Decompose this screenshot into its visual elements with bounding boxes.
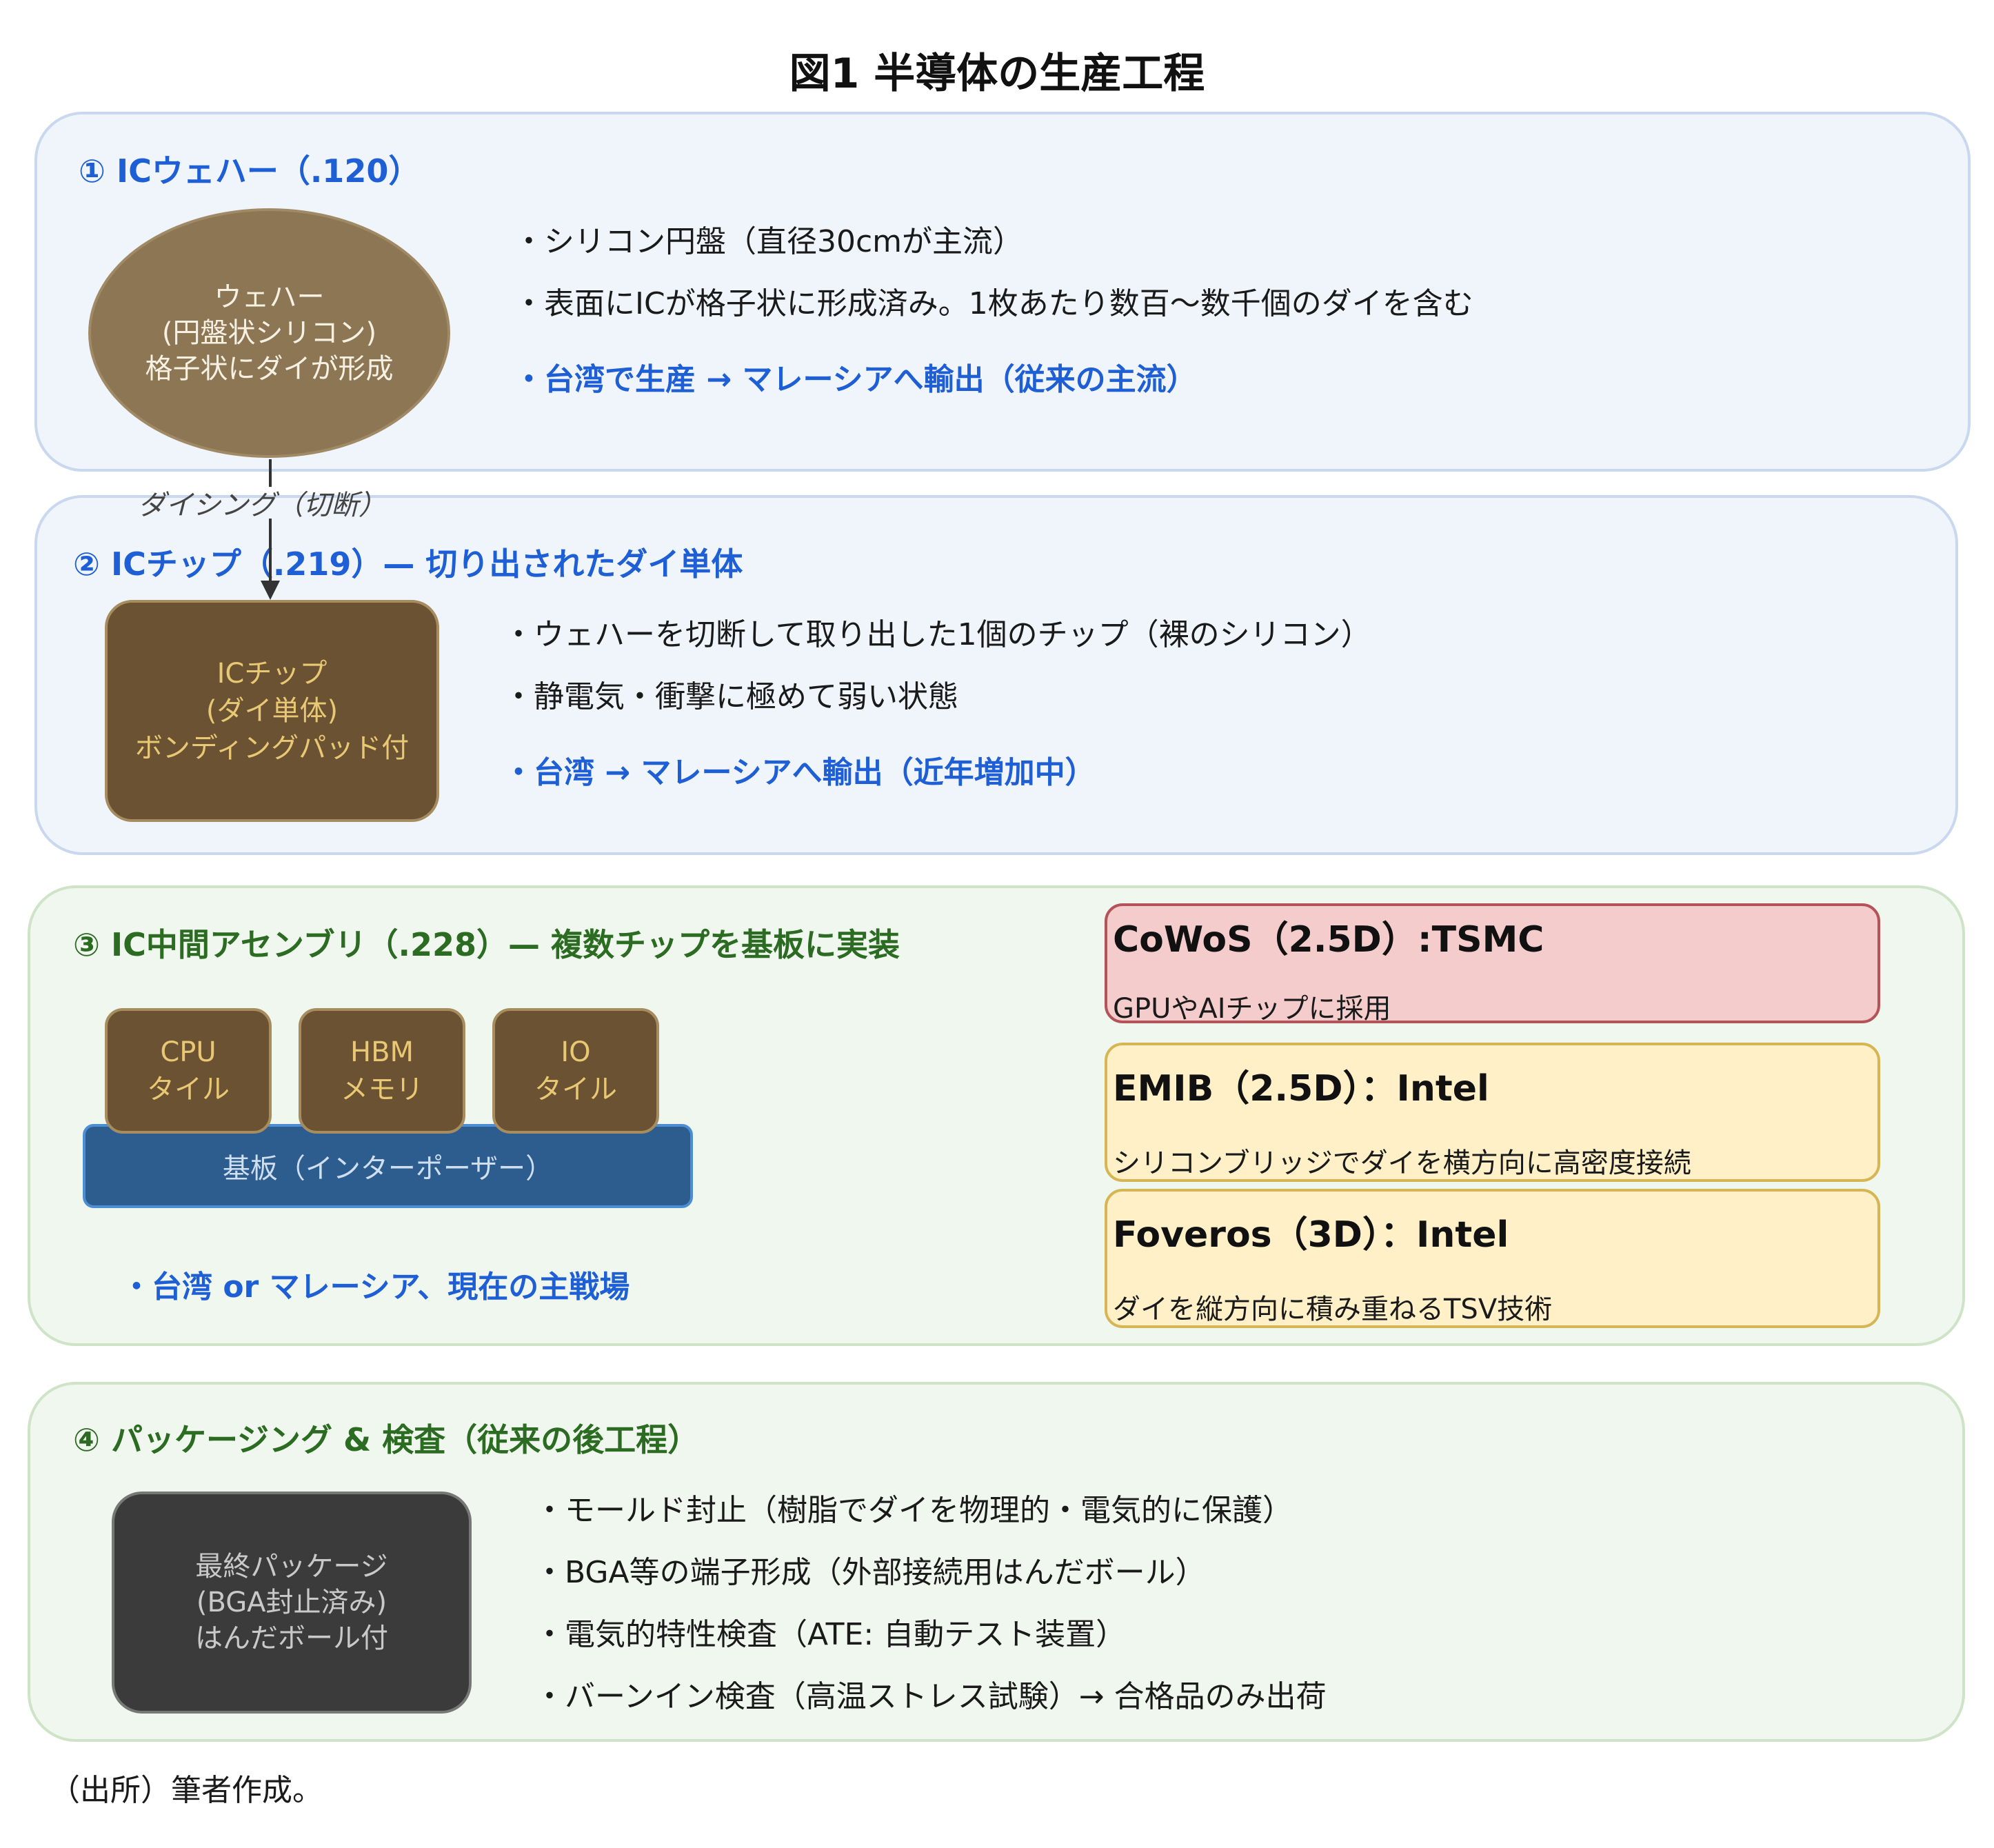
io-tile: IO タイル xyxy=(492,1008,659,1134)
stage3-heading: ③ IC中間アセンブリ（.228）— 複数チップを基板に実装 xyxy=(73,926,900,963)
cowos-title: CoWoS（2.5D）:TSMC xyxy=(1113,919,1544,961)
hbm-tile: HBM メモリ xyxy=(299,1008,465,1134)
foveros-desc: ダイを縦方向に積み重ねるTSV技術 xyxy=(1113,1294,1553,1325)
stage4-bullet: ・バーンイン検査（高温ストレス試験）→ 合格品のみ出荷 xyxy=(534,1679,1327,1714)
dicing-label: ダイシング（切断） xyxy=(138,490,386,521)
package-label-line: 最終パッケージ xyxy=(195,1551,388,1583)
foveros-title: Foveros（3D）：Intel xyxy=(1113,1214,1509,1256)
stage4-heading: ④ パッケージング & 検査（従来の後工程） xyxy=(73,1421,700,1458)
foveros-box: Foveros（3D）：Intel ダイを縦方向に積み重ねるTSV技術 xyxy=(1105,1189,1880,1328)
stage1-bullet: ・表面にICが格子状に形成済み。1枚あたり数百〜数千個のダイを含む xyxy=(514,286,1473,321)
emib-title: EMIB（2.5D）：Intel xyxy=(1113,1068,1489,1109)
wafer-shape: ウェハー (円盤状シリコン) 格子状にダイが形成 xyxy=(88,208,450,458)
final-package-shape: 最終パッケージ (BGA封止済み) はんだボール付 xyxy=(112,1492,472,1714)
package-label-line: (BGA封止済み) xyxy=(196,1587,387,1618)
tile-label-line: タイル xyxy=(534,1074,617,1105)
substrate-interposer: 基板（インターポーザー） xyxy=(83,1124,693,1208)
chip-label-line: ICチップ xyxy=(216,658,328,690)
stage4-bullet: ・電気的特性検査（ATE: 自動テスト装置） xyxy=(534,1617,1127,1652)
tile-label-line: メモリ xyxy=(341,1074,423,1105)
chip-label-line: ボンディングパッド付 xyxy=(134,732,410,764)
stage2-bullet: ・静電気・衝撃に極めて弱い状態 xyxy=(503,679,958,714)
stage1-heading: ① ICウェハー（.120） xyxy=(79,152,421,190)
chip-label-line: (ダイ単体) xyxy=(205,695,339,727)
stage4-bullet: ・モールド封止（樹脂でダイを物理的・電気的に保護） xyxy=(534,1493,1293,1528)
tile-label-line: IO xyxy=(561,1036,591,1068)
stage3-flow: ・台湾 or マレーシア、現在の主戦場 xyxy=(121,1269,630,1305)
wafer-label-line: 格子状にダイが形成 xyxy=(145,353,394,385)
tile-label-line: HBM xyxy=(350,1036,414,1068)
stage1-flow: ・台湾で生産 → マレーシアへ輸出（従来の主流） xyxy=(514,362,1197,397)
stage2-bullet: ・ウェハーを切断して取り出した1個のチップ（裸のシリコン） xyxy=(503,617,1371,652)
stage1-bullet: ・シリコン円盤（直径30cmが主流） xyxy=(514,224,1024,259)
wafer-label-line: (円盤状シリコン) xyxy=(161,317,377,349)
stage2-heading: ② ICチップ（.219）— 切り出されたダイ単体 xyxy=(73,545,743,583)
substrate-label: 基板（インターポーザー） xyxy=(222,1153,554,1185)
emib-box: EMIB（2.5D）：Intel シリコンブリッジでダイを横方向に高密度接続 xyxy=(1105,1043,1880,1182)
emib-desc: シリコンブリッジでダイを横方向に高密度接続 xyxy=(1113,1147,1691,1179)
cowos-desc: GPUやAIチップに採用 xyxy=(1113,993,1391,1025)
figure-title: 図1 半導体の生産工程 xyxy=(789,50,1205,98)
cpu-tile: CPU タイル xyxy=(105,1008,272,1134)
stage4-bullet: ・BGA等の端子形成（外部接続用はんだボール） xyxy=(534,1555,1206,1590)
wafer-label-line: ウェハー xyxy=(214,281,325,313)
dicing-arrow xyxy=(261,459,280,600)
tile-label-line: CPU xyxy=(160,1036,216,1068)
package-label-line: はんだボール付 xyxy=(195,1623,388,1654)
ic-chip-shape: ICチップ (ダイ単体) ボンディングパッド付 xyxy=(105,600,439,822)
cowos-box: CoWoS（2.5D）:TSMC GPUやAIチップに採用 xyxy=(1105,903,1880,1025)
tile-label-line: タイル xyxy=(147,1074,230,1105)
stage2-flow: ・台湾 → マレーシアへ輸出（近年増加中） xyxy=(503,755,1096,790)
source-note: （出所）筆者作成。 xyxy=(50,1773,323,1808)
